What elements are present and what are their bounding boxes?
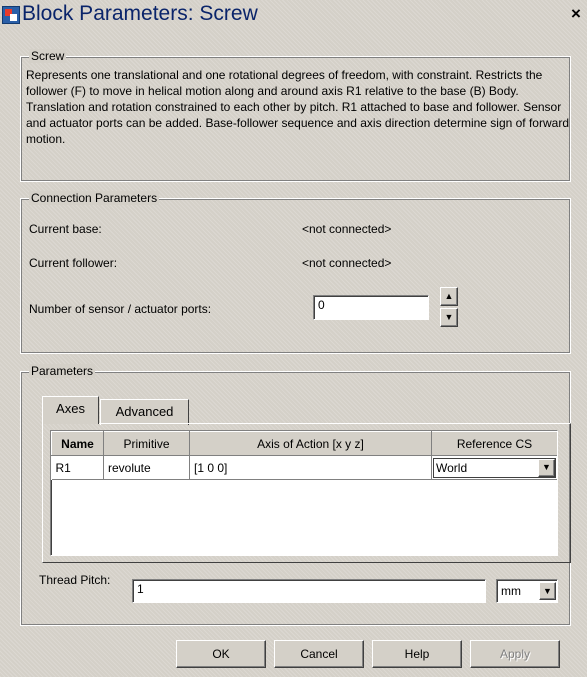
down-arrow-icon[interactable]: ▼ bbox=[440, 308, 458, 327]
cell-reference-cs: World ▼ bbox=[431, 455, 557, 480]
current-base-label: Current base: bbox=[29, 222, 102, 236]
connection-parameters-legend: Connection Parameters bbox=[29, 191, 160, 205]
tab-advanced[interactable]: Advanced bbox=[100, 399, 189, 425]
table-row: R1 revolute [1 0 0] World ▼ bbox=[51, 455, 557, 480]
reference-cs-select[interactable]: World ▼ bbox=[433, 457, 556, 478]
window-title: Block Parameters: Screw bbox=[22, 2, 258, 25]
axes-grid: Name Primitive Axis of Action [x y z] Re… bbox=[51, 431, 557, 480]
column-header-name[interactable]: Name bbox=[51, 431, 104, 456]
ok-button[interactable]: OK bbox=[176, 640, 266, 668]
current-base-value: <not connected> bbox=[302, 222, 392, 236]
apply-button[interactable]: Apply bbox=[470, 640, 560, 668]
screw-group-legend: Screw bbox=[29, 49, 67, 63]
ports-label: Number of sensor / actuator ports: bbox=[29, 302, 212, 316]
parameters-legend: Parameters bbox=[29, 364, 96, 378]
block-description: Represents one translational and one rot… bbox=[26, 68, 569, 146]
column-header-reference-cs[interactable]: Reference CS bbox=[431, 431, 557, 456]
tab-axes[interactable]: Axes bbox=[42, 396, 99, 424]
current-follower-label: Current follower: bbox=[29, 256, 118, 270]
table-header-row: Name Primitive Axis of Action [x y z] Re… bbox=[51, 431, 557, 456]
unit-chevron-down-icon[interactable]: ▼ bbox=[539, 582, 556, 600]
up-arrow-icon[interactable]: ▲ bbox=[440, 287, 458, 306]
close-icon[interactable]: × bbox=[567, 3, 585, 25]
help-button[interactable]: Help bbox=[372, 640, 462, 668]
simulink-block-icon bbox=[2, 6, 20, 24]
thread-pitch-input[interactable]: 1 bbox=[132, 579, 486, 603]
ports-input[interactable]: 0 bbox=[313, 295, 429, 320]
connection-parameters-group: Connection Parameters bbox=[20, 191, 571, 354]
cancel-button[interactable]: Cancel bbox=[274, 640, 364, 668]
title-bar: Block Parameters: Screw × bbox=[0, 0, 587, 30]
column-header-axis[interactable]: Axis of Action [x y z] bbox=[189, 431, 432, 456]
cell-name: R1 bbox=[51, 455, 104, 480]
thread-pitch-label: Thread Pitch: bbox=[39, 573, 111, 587]
axes-table: Name Primitive Axis of Action [x y z] Re… bbox=[50, 430, 558, 556]
reference-cs-value: World bbox=[436, 460, 468, 475]
thread-pitch-unit-value: mm bbox=[501, 584, 521, 598]
cell-primitive: revolute bbox=[103, 455, 190, 480]
current-follower-value: <not connected> bbox=[302, 256, 392, 270]
chevron-down-icon[interactable]: ▼ bbox=[538, 458, 555, 477]
cell-axis-input[interactable]: [1 0 0] bbox=[189, 455, 432, 480]
column-header-primitive[interactable]: Primitive bbox=[103, 431, 190, 456]
thread-pitch-unit-select[interactable]: mm ▼ bbox=[496, 579, 558, 603]
